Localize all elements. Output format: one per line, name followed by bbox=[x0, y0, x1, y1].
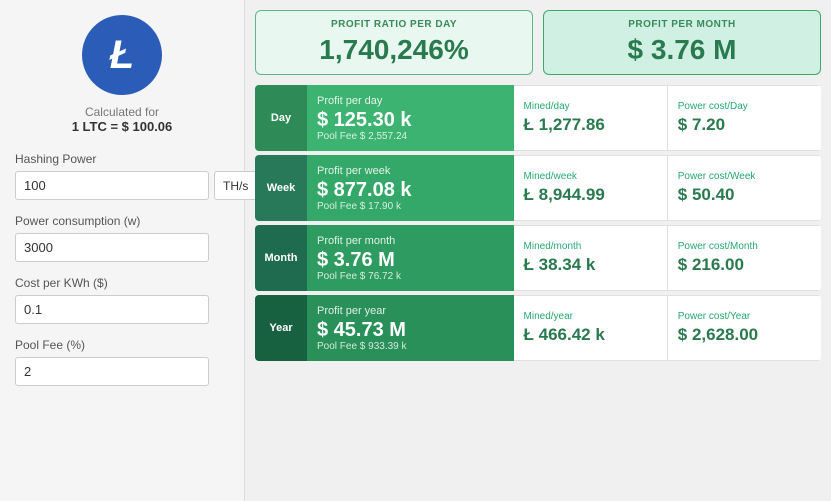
row-power-week: Power cost/Week $ 50.40 bbox=[667, 155, 821, 221]
pool-fee-group: Pool Fee (%) bbox=[15, 338, 229, 386]
power-consumption-label: Power consumption (w) bbox=[15, 214, 229, 228]
profit-value-year: $ 45.73 M bbox=[317, 319, 504, 341]
hashing-power-group: Hashing Power TH/sGH/sMH/sKH/sH/s bbox=[15, 152, 229, 200]
profit-title-year: Profit per year bbox=[317, 305, 504, 317]
mined-label-year: Mined/year bbox=[524, 311, 657, 322]
profit-title-day: Profit per day bbox=[317, 95, 504, 107]
row-mined-week: Mined/week Ł 8,944.99 bbox=[514, 155, 667, 221]
month-box: PROFIT PER MONTH $ 3.76 M bbox=[543, 10, 821, 75]
row-mined-year: Mined/year Ł 466.42 k bbox=[514, 295, 667, 361]
power-value-month: $ 216.00 bbox=[678, 255, 811, 275]
hashing-input[interactable] bbox=[15, 171, 209, 200]
power-value-day: $ 7.20 bbox=[678, 115, 811, 135]
power-consumption-input[interactable] bbox=[15, 233, 209, 262]
pool-fee-input[interactable] bbox=[15, 357, 209, 386]
ratio-value: 1,740,246% bbox=[268, 34, 520, 66]
data-row-week: Week Profit per week $ 877.08 k Pool Fee… bbox=[255, 155, 821, 221]
hashing-row: TH/sGH/sMH/sKH/sH/s bbox=[15, 171, 229, 200]
row-power-year: Power cost/Year $ 2,628.00 bbox=[667, 295, 821, 361]
mined-value-year: Ł 466.42 k bbox=[524, 325, 657, 345]
power-consumption-group: Power consumption (w) bbox=[15, 214, 229, 262]
calc-info-line1: Calculated for bbox=[72, 105, 173, 119]
profit-value-day: $ 125.30 k bbox=[317, 109, 504, 131]
hashing-label: Hashing Power bbox=[15, 152, 229, 166]
cost-per-kwh-label: Cost per KWh ($) bbox=[15, 276, 229, 290]
profit-fee-week: Pool Fee $ 17.90 k bbox=[317, 201, 504, 212]
main-container: Ł Calculated for 1 LTC = $ 100.06 Hashin… bbox=[0, 0, 831, 501]
profit-title-month: Profit per month bbox=[317, 235, 504, 247]
ratio-box: PROFIT RATIO PER DAY 1,740,246% bbox=[255, 10, 533, 75]
month-label: PROFIT PER MONTH bbox=[556, 19, 808, 30]
row-profit-month: Profit per month $ 3.76 M Pool Fee $ 76.… bbox=[307, 225, 514, 291]
profit-title-week: Profit per week bbox=[317, 165, 504, 177]
row-power-month: Power cost/Month $ 216.00 bbox=[667, 225, 821, 291]
row-profit-year: Profit per year $ 45.73 M Pool Fee $ 933… bbox=[307, 295, 514, 361]
power-label-day: Power cost/Day bbox=[678, 101, 811, 112]
row-power-day: Power cost/Day $ 7.20 bbox=[667, 85, 821, 151]
top-stats: PROFIT RATIO PER DAY 1,740,246% PROFIT P… bbox=[255, 10, 821, 75]
cost-per-kwh-input[interactable] bbox=[15, 295, 209, 324]
row-profit-day: Profit per day $ 125.30 k Pool Fee $ 2,5… bbox=[307, 85, 514, 151]
mined-value-day: Ł 1,277.86 bbox=[524, 115, 657, 135]
power-label-week: Power cost/Week bbox=[678, 171, 811, 182]
data-row-month: Month Profit per month $ 3.76 M Pool Fee… bbox=[255, 225, 821, 291]
mined-label-day: Mined/day bbox=[524, 101, 657, 112]
ratio-label: PROFIT RATIO PER DAY bbox=[268, 19, 520, 30]
profit-value-week: $ 877.08 k bbox=[317, 179, 504, 201]
month-value: $ 3.76 M bbox=[556, 34, 808, 66]
calc-info: Calculated for 1 LTC = $ 100.06 bbox=[72, 105, 173, 134]
row-label-month: Month bbox=[255, 225, 307, 291]
row-label-day: Day bbox=[255, 85, 307, 151]
row-label-year: Year bbox=[255, 295, 307, 361]
cost-per-kwh-group: Cost per KWh ($) bbox=[15, 276, 229, 324]
mined-label-month: Mined/month bbox=[524, 241, 657, 252]
data-row-year: Year Profit per year $ 45.73 M Pool Fee … bbox=[255, 295, 821, 361]
row-mined-day: Mined/day Ł 1,277.86 bbox=[514, 85, 667, 151]
logo-letter: Ł bbox=[110, 33, 134, 78]
power-value-week: $ 50.40 bbox=[678, 185, 811, 205]
mined-value-month: Ł 38.34 k bbox=[524, 255, 657, 275]
pool-fee-label: Pool Fee (%) bbox=[15, 338, 229, 352]
row-mined-month: Mined/month Ł 38.34 k bbox=[514, 225, 667, 291]
logo: Ł bbox=[82, 15, 162, 95]
calc-info-line2: 1 LTC = $ 100.06 bbox=[72, 119, 173, 134]
left-panel: Ł Calculated for 1 LTC = $ 100.06 Hashin… bbox=[0, 0, 245, 501]
mined-label-week: Mined/week bbox=[524, 171, 657, 182]
mined-value-week: Ł 8,944.99 bbox=[524, 185, 657, 205]
power-value-year: $ 2,628.00 bbox=[678, 325, 811, 345]
right-panel: PROFIT RATIO PER DAY 1,740,246% PROFIT P… bbox=[245, 0, 831, 501]
data-rows: Day Profit per day $ 125.30 k Pool Fee $… bbox=[255, 85, 821, 361]
profit-fee-day: Pool Fee $ 2,557.24 bbox=[317, 131, 504, 142]
row-label-week: Week bbox=[255, 155, 307, 221]
power-label-year: Power cost/Year bbox=[678, 311, 811, 322]
power-label-month: Power cost/Month bbox=[678, 241, 811, 252]
row-profit-week: Profit per week $ 877.08 k Pool Fee $ 17… bbox=[307, 155, 514, 221]
profit-fee-month: Pool Fee $ 76.72 k bbox=[317, 271, 504, 282]
profit-value-month: $ 3.76 M bbox=[317, 249, 504, 271]
profit-fee-year: Pool Fee $ 933.39 k bbox=[317, 341, 504, 352]
data-row-day: Day Profit per day $ 125.30 k Pool Fee $… bbox=[255, 85, 821, 151]
